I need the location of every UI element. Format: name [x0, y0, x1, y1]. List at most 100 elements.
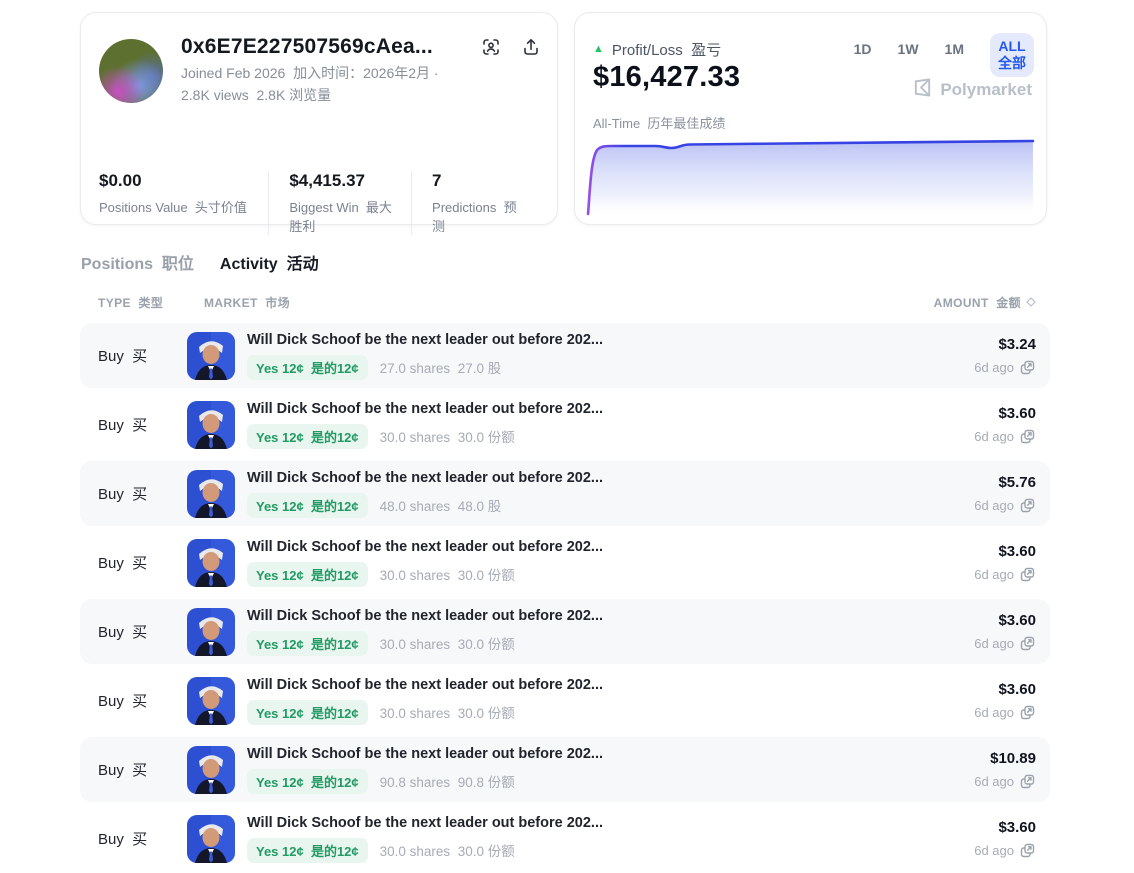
shares-label: 30.0 shares 30.0 份额	[380, 426, 515, 446]
row-type: Buy 买	[98, 483, 187, 504]
table-row[interactable]: Buy 买 Will Dick Schoof	[80, 737, 1050, 802]
range-all-label-en: ALL	[998, 38, 1025, 55]
column-header-amount[interactable]: AMOUNT 金额	[934, 294, 1036, 311]
tab-activity[interactable]: Activity 活动	[220, 250, 319, 274]
amount-cell: $5.76 6d ago	[974, 474, 1036, 514]
external-link-icon[interactable]	[1019, 497, 1036, 514]
stat-predictions: 7 Predictions 预测	[411, 171, 539, 235]
column-header-market[interactable]: MARKET 市场	[204, 294, 934, 311]
market-image[interactable]	[187, 608, 235, 656]
market-image[interactable]	[187, 677, 235, 725]
external-link-icon[interactable]	[1019, 428, 1036, 445]
row-type: Buy 买	[98, 759, 187, 780]
pnl-value: $16,427.33	[593, 61, 740, 94]
table-row[interactable]: Buy 买 Will Dick Schoof	[80, 599, 1050, 664]
share-icon[interactable]	[521, 37, 541, 57]
time-ago: 6d ago	[974, 360, 1014, 375]
market-cell: Will Dick Schoof be the next leader out …	[247, 677, 974, 725]
column-header-type[interactable]: TYPE 类型	[98, 294, 204, 311]
shares-label: 48.0 shares 48.0 股	[380, 495, 502, 515]
amount-value: $3.60	[974, 819, 1036, 836]
table-header: TYPE 类型 MARKET 市场 AMOUNT 金额	[80, 294, 1050, 311]
amount-cell: $3.24 6d ago	[974, 336, 1036, 376]
column-header-amount-label: AMOUNT 金额	[934, 294, 1021, 311]
market-title[interactable]: Will Dick Schoof be the next leader out …	[247, 332, 974, 348]
range-all-label-cn: 全部	[998, 55, 1026, 72]
market-title[interactable]: Will Dick Schoof be the next leader out …	[247, 401, 974, 417]
range-all-button[interactable]: ALL 全部	[990, 33, 1034, 77]
tab-positions[interactable]: Positions 职位	[81, 250, 194, 274]
table-row[interactable]: Buy 买 Will Dick Schoof	[80, 530, 1050, 595]
pnl-chart	[585, 136, 1036, 218]
row-type: Buy 买	[98, 345, 187, 366]
market-image[interactable]	[187, 470, 235, 518]
market-cell: Will Dick Schoof be the next leader out …	[247, 470, 974, 518]
table-row[interactable]: Buy 买 Will Dick Schoof	[80, 323, 1050, 388]
amount-cell: $3.60 6d ago	[974, 681, 1036, 721]
market-title[interactable]: Will Dick Schoof be the next leader out …	[247, 815, 974, 831]
range-1w-button[interactable]: 1W	[898, 41, 919, 57]
market-image[interactable]	[187, 815, 235, 863]
external-link-icon[interactable]	[1019, 566, 1036, 583]
market-cell: Will Dick Schoof be the next leader out …	[247, 539, 974, 587]
shares-label: 27.0 shares 27.0 股	[380, 357, 502, 377]
polymarket-logo-icon	[912, 77, 933, 103]
market-title[interactable]: Will Dick Schoof be the next leader out …	[247, 539, 974, 555]
outcome-badge: Yes 12¢ 是的12¢	[247, 493, 368, 518]
market-cell: Will Dick Schoof be the next leader out …	[247, 815, 974, 863]
outcome-badge: Yes 12¢ 是的12¢	[247, 355, 368, 380]
table-row[interactable]: Buy 买 Will Dick Schoof	[80, 668, 1050, 733]
market-title[interactable]: Will Dick Schoof be the next leader out …	[247, 677, 974, 693]
scan-qr-icon[interactable]	[481, 37, 501, 57]
amount-cell: $3.60 6d ago	[974, 405, 1036, 445]
external-link-icon[interactable]	[1019, 359, 1036, 376]
profile-card: 0x6E7E227507569cAea...	[80, 12, 558, 225]
stat-value: $4,415.37	[289, 171, 397, 191]
market-image[interactable]	[187, 401, 235, 449]
external-link-icon[interactable]	[1019, 704, 1036, 721]
profile-page: 0x6E7E227507569cAea...	[0, 0, 1134, 873]
market-image[interactable]	[187, 539, 235, 587]
stat-label: Biggest Win 最大胜利	[289, 197, 397, 235]
market-cell: Will Dick Schoof be the next leader out …	[247, 746, 974, 794]
range-1d-button[interactable]: 1D	[854, 41, 872, 57]
market-title[interactable]: Will Dick Schoof be the next leader out …	[247, 746, 974, 762]
activity-section: Positions 职位 Activity 活动 TYPE 类型 MARKET …	[80, 250, 1050, 873]
shares-label: 30.0 shares 30.0 份额	[380, 564, 515, 584]
profile-joined: Joined Feb 2026 加入时间：2026年2月 ·	[181, 66, 541, 81]
market-title[interactable]: Will Dick Schoof be the next leader out …	[247, 608, 974, 624]
table-row[interactable]: Buy 买 Will Dick Schoof	[80, 461, 1050, 526]
amount-value: $3.60	[974, 681, 1036, 698]
row-type: Buy 买	[98, 621, 187, 642]
stat-positions-value: $0.00 Positions Value 头寸价值	[99, 171, 268, 235]
tabs: Positions 职位 Activity 活动	[80, 250, 1050, 274]
amount-value: $3.24	[974, 336, 1036, 353]
market-image[interactable]	[187, 332, 235, 380]
pnl-label: Profit/Loss 盈亏	[612, 39, 721, 60]
pnl-period-label: All-Time 历年最佳成绩	[593, 113, 725, 132]
amount-cell: $3.60 6d ago	[974, 543, 1036, 583]
outcome-badge: Yes 12¢ 是的12¢	[247, 769, 368, 794]
time-ago: 6d ago	[974, 567, 1014, 582]
shares-label: 30.0 shares 30.0 份额	[380, 633, 515, 653]
row-type: Buy 买	[98, 690, 187, 711]
table-row[interactable]: Buy 买 Will Dick Schoof	[80, 806, 1050, 871]
market-image[interactable]	[187, 746, 235, 794]
amount-cell: $3.60 6d ago	[974, 819, 1036, 859]
external-link-icon[interactable]	[1019, 773, 1036, 790]
shares-label: 90.8 shares 90.8 份额	[380, 771, 515, 791]
profile-avatar[interactable]	[99, 39, 163, 103]
sort-diamond-icon[interactable]	[1026, 296, 1036, 310]
market-cell: Will Dick Schoof be the next leader out …	[247, 401, 974, 449]
polymarket-wordmark: Polymarket	[940, 80, 1032, 100]
profit-up-icon: ▲	[593, 44, 604, 55]
table-row[interactable]: Buy 买 Will Dick Schoof	[80, 392, 1050, 457]
external-link-icon[interactable]	[1019, 635, 1036, 652]
row-type: Buy 买	[98, 414, 187, 435]
time-ago: 6d ago	[974, 774, 1014, 789]
range-1m-button[interactable]: 1M	[945, 41, 964, 57]
market-title[interactable]: Will Dick Schoof be the next leader out …	[247, 470, 974, 486]
external-link-icon[interactable]	[1019, 842, 1036, 859]
pnl-card: ▲ Profit/Loss 盈亏 1D 1W 1M ALL 全部 $16,427…	[574, 12, 1047, 225]
outcome-badge: Yes 12¢ 是的12¢	[247, 424, 368, 449]
